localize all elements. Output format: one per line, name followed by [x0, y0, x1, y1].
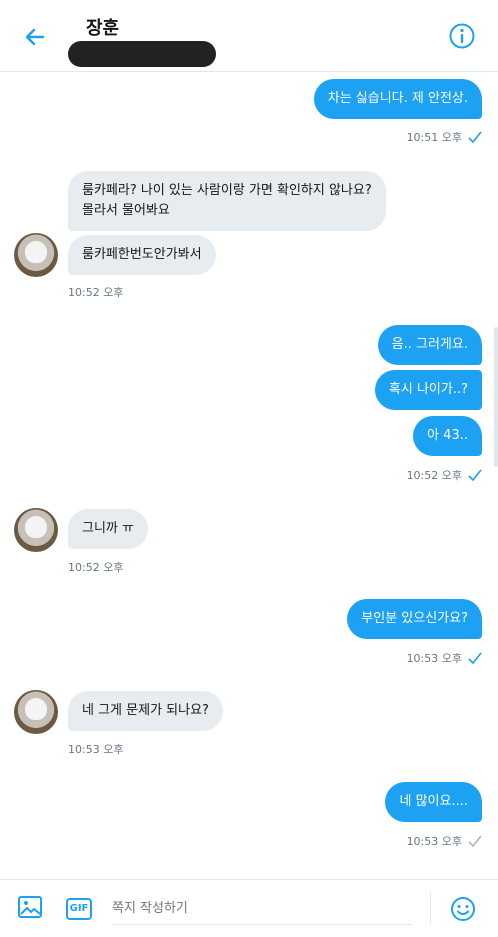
- message-list[interactable]: 차는 싫습니다. 제 안전상. 10:51 오후 룸카페라? 나이 있는 사람이…: [0, 73, 498, 879]
- input-underline: [112, 924, 412, 925]
- message-timestamp: 10:53 오후: [68, 743, 124, 756]
- message-timestamp: 10:51 오후: [407, 129, 482, 145]
- info-icon[interactable]: [448, 22, 478, 52]
- message-timestamp: 10:52 오후: [407, 467, 482, 483]
- message-input[interactable]: [112, 890, 412, 926]
- scrollbar[interactable]: [494, 327, 498, 467]
- emoji-icon[interactable]: [450, 896, 476, 922]
- message-composer: GIF: [0, 879, 498, 937]
- message-timestamp: 10:53 오후: [407, 833, 482, 849]
- read-check-icon: [468, 469, 482, 481]
- timestamp-text: 10:52 오후: [406, 469, 462, 482]
- read-check-icon: [468, 131, 482, 143]
- message-timestamp: 10:52 오후: [68, 286, 124, 299]
- avatar[interactable]: [14, 690, 58, 734]
- avatar[interactable]: [14, 508, 58, 552]
- timestamp-text: 10:53 오후: [406, 835, 462, 848]
- redacted-handle: [68, 41, 216, 67]
- incoming-message[interactable]: 네 그게 문제가 되나요?: [68, 691, 223, 731]
- gif-button[interactable]: GIF: [66, 898, 92, 920]
- outgoing-message[interactable]: 차는 싫습니다. 제 안전상.: [313, 79, 482, 119]
- outgoing-message[interactable]: 음.. 그러게요.: [377, 325, 482, 365]
- read-check-icon: [468, 652, 482, 664]
- message-timestamp: 10:53 오후: [407, 650, 482, 666]
- incoming-message[interactable]: 그니까 ㅠ: [68, 509, 148, 549]
- incoming-message[interactable]: 룸카페라? 나이 있는 사람이랑 가면 확인하지 않나요? 몰라서 물어봐요: [68, 171, 386, 231]
- conversation-header: 장훈: [0, 0, 498, 72]
- outgoing-message[interactable]: 아 43..: [413, 416, 482, 456]
- message-timestamp: 10:52 오후: [68, 561, 124, 574]
- contact-name[interactable]: 장훈: [86, 14, 119, 40]
- timestamp-text: 10:51 오후: [406, 131, 462, 144]
- back-arrow-icon[interactable]: [20, 22, 50, 52]
- composer-divider: [430, 892, 431, 924]
- avatar[interactable]: [14, 233, 58, 277]
- outgoing-message[interactable]: 부인분 있으신가요?: [347, 599, 482, 639]
- outgoing-message[interactable]: 혹시 나이가..?: [374, 370, 482, 410]
- incoming-message[interactable]: 룸카페한번도안가봐서: [68, 235, 216, 275]
- timestamp-text: 10:53 오후: [406, 652, 462, 665]
- outgoing-message[interactable]: 네 많이요....: [385, 782, 482, 822]
- sent-check-icon: [468, 835, 482, 847]
- image-icon[interactable]: [17, 895, 43, 919]
